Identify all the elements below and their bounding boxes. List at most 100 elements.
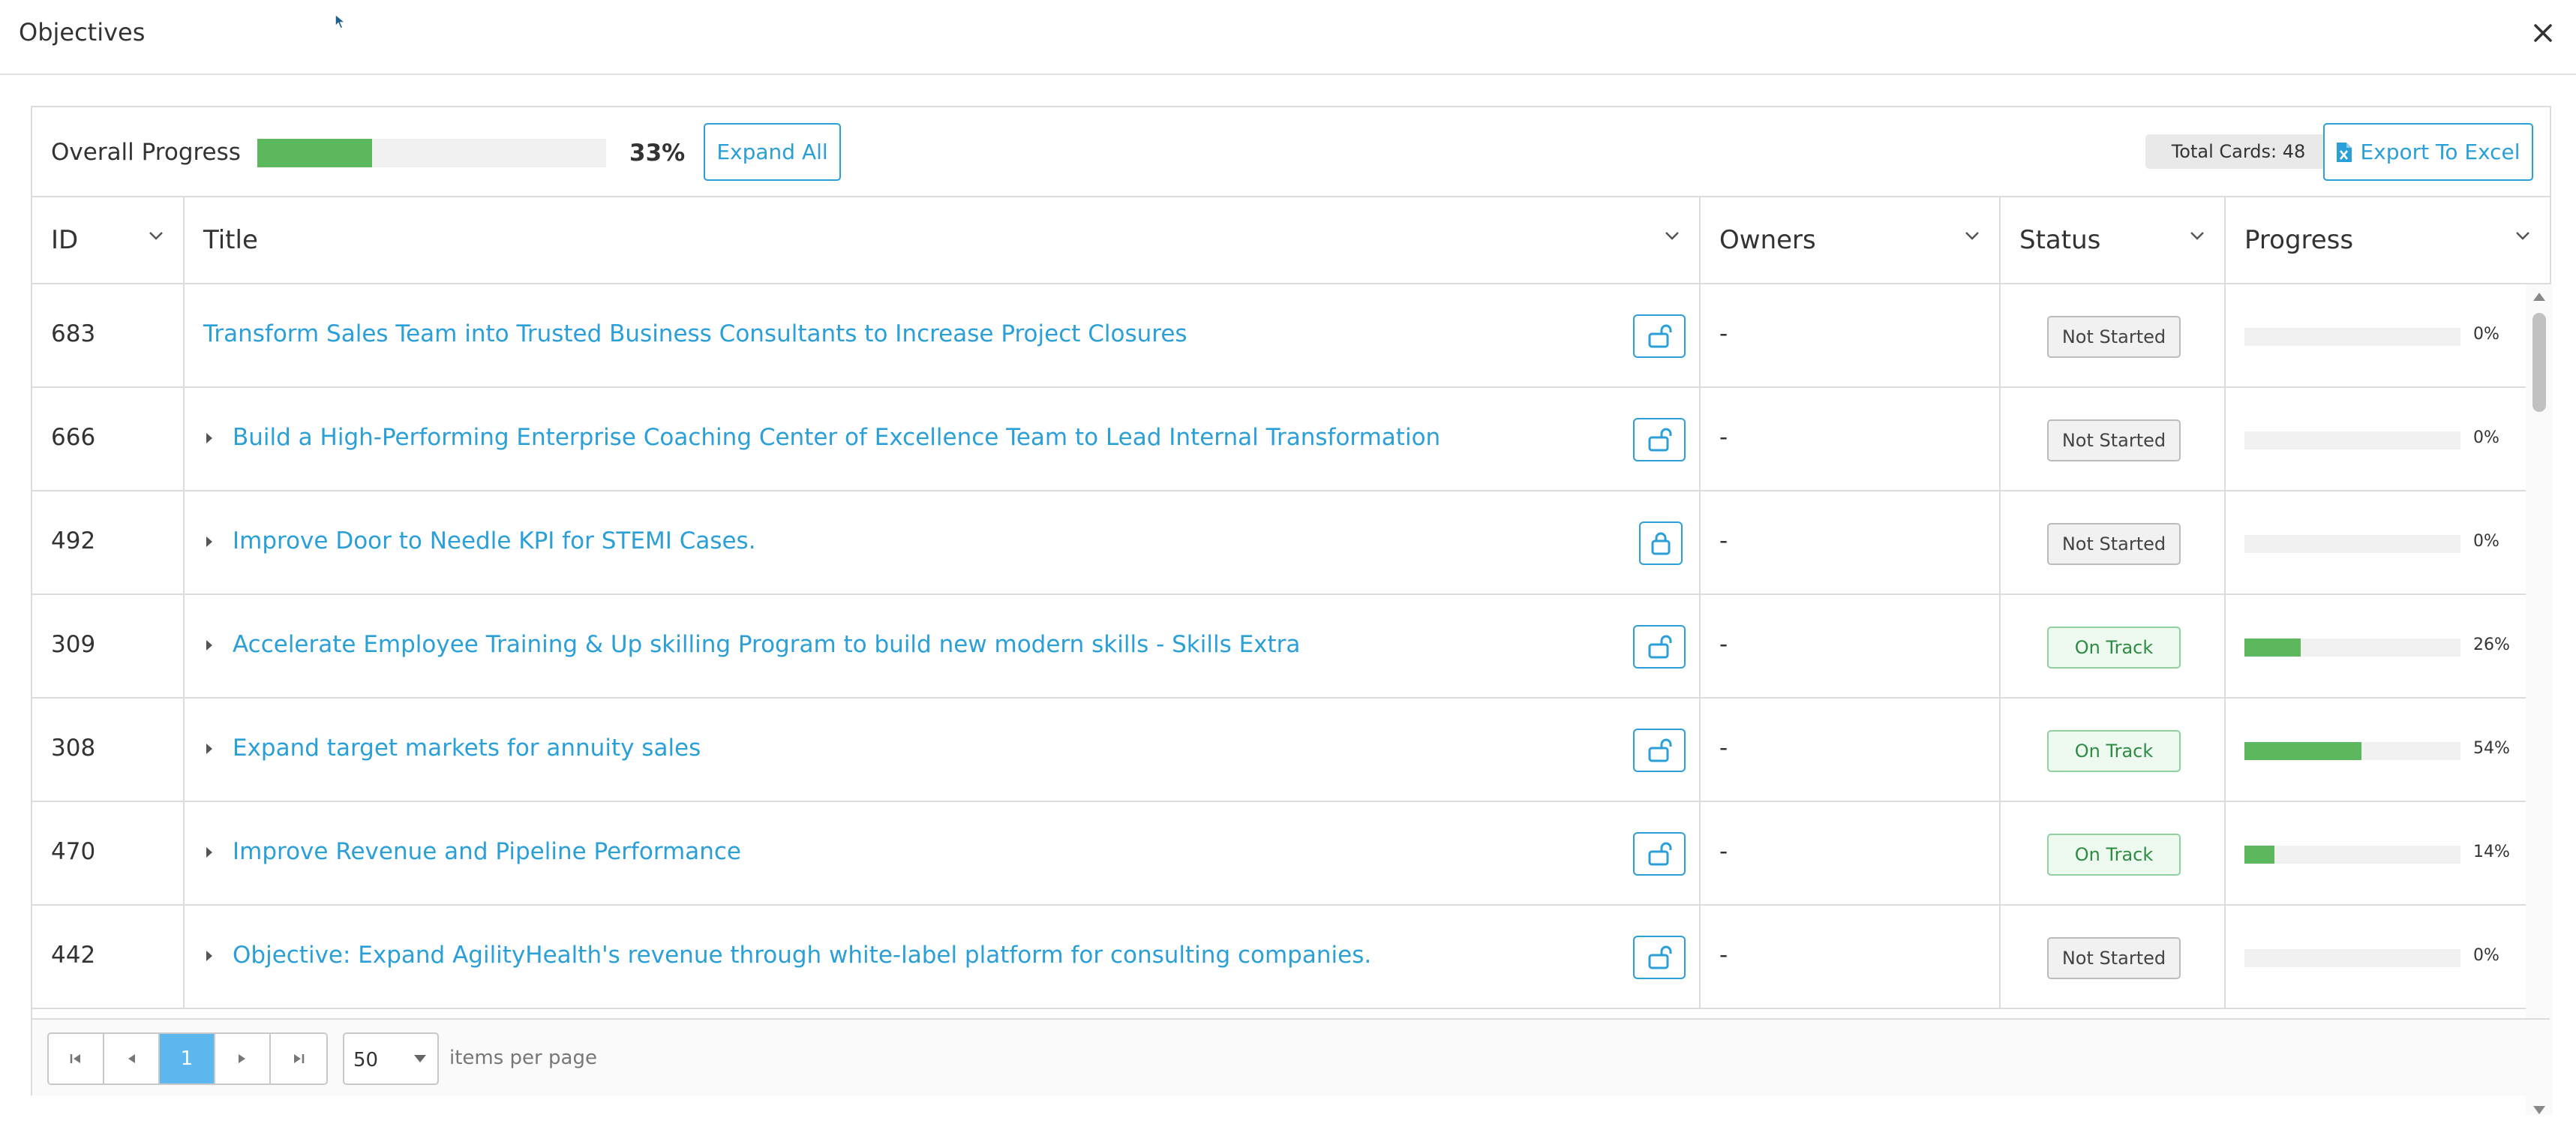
scrollbar-thumb[interactable] — [2532, 313, 2546, 412]
expand-row-caret-icon[interactable] — [205, 949, 214, 963]
lock-toggle-button[interactable] — [1633, 729, 1686, 772]
objective-id: 442 — [51, 942, 96, 969]
column-header-title[interactable]: Title — [185, 197, 1701, 284]
unlock-icon — [1648, 842, 1672, 866]
status-badge: Not Started — [2047, 419, 2181, 461]
lock-toggle-button[interactable] — [1639, 521, 1683, 565]
status-badge: On Track — [2047, 730, 2181, 772]
cell-progress: 54% — [2226, 699, 2526, 801]
objective-owners: - — [1719, 527, 1728, 554]
page-size-select[interactable]: 50 — [343, 1032, 439, 1085]
first-page-icon — [70, 1054, 80, 1063]
export-to-excel-label: Export To Excel — [2360, 140, 2520, 164]
cell-status: Not Started — [2001, 906, 2226, 1008]
lock-toggle-button[interactable] — [1633, 832, 1686, 876]
column-header-status[interactable]: Status — [2001, 197, 2226, 284]
row-progress-percent: 0% — [2473, 428, 2499, 447]
cell-progress: 0% — [2226, 388, 2526, 490]
row-progress-bar — [2244, 535, 2460, 553]
objective-id: 308 — [51, 735, 96, 762]
chevron-down-icon[interactable] — [2190, 230, 2205, 241]
cell-id: 309 — [32, 595, 185, 697]
row-progress-fill — [2244, 846, 2275, 864]
expand-row-caret-icon[interactable] — [205, 431, 214, 445]
cell-progress: 0% — [2226, 906, 2526, 1008]
dialog-header: Objectives — [0, 0, 2576, 75]
cell-id: 308 — [32, 699, 185, 801]
current-page-button[interactable]: 1 — [160, 1034, 215, 1083]
lock-toggle-button[interactable] — [1633, 625, 1686, 669]
total-cards-badge: Total Cards: 48 — [2145, 134, 2331, 169]
lock-toggle-button[interactable] — [1633, 936, 1686, 979]
table-row: 470 Improve Revenue and Pipeline Performa… — [32, 802, 2526, 906]
lock-toggle-button[interactable] — [1633, 314, 1686, 358]
row-progress-percent: 14% — [2473, 843, 2510, 861]
cell-title: Improve Revenue and Pipeline Performance — [185, 802, 1701, 904]
objective-title-link[interactable]: Objective: Expand AgilityHealth's revenu… — [233, 942, 1371, 969]
dialog-title: Objectives — [19, 18, 146, 47]
objectives-panel: Overall Progress 33% Expand All Total Ca… — [31, 106, 2553, 1115]
unlock-icon — [1648, 324, 1672, 348]
cell-progress: 14% — [2226, 802, 2526, 904]
cell-owners: - — [1701, 802, 2001, 904]
objective-id: 683 — [51, 320, 96, 347]
objective-title-link[interactable]: Expand target markets for annuity sales — [233, 735, 701, 762]
status-badge: Not Started — [2047, 937, 2181, 979]
status-badge: Not Started — [2047, 316, 2181, 358]
table-row: 492 Improve Door to Needle KPI for STEMI … — [32, 491, 2526, 595]
export-to-excel-button[interactable]: Export To Excel — [2323, 123, 2533, 181]
last-page-icon — [294, 1054, 305, 1063]
objective-title-link[interactable]: Improve Revenue and Pipeline Performance — [233, 838, 741, 865]
items-per-page-label: items per page — [449, 1047, 597, 1069]
table-row: 309 Accelerate Employee Training & Up ski… — [32, 595, 2526, 699]
table-row: 666 Build a High-Performing Enterprise Co… — [32, 388, 2526, 491]
expand-row-caret-icon[interactable] — [205, 535, 214, 548]
unlock-icon — [1648, 635, 1672, 659]
scroll-up-arrow-icon[interactable] — [2532, 290, 2547, 302]
chevron-down-icon[interactable] — [2515, 230, 2530, 241]
close-icon — [2534, 24, 2552, 42]
cell-id: 683 — [32, 284, 185, 386]
objective-title-link[interactable]: Build a High-Performing Enterprise Coach… — [233, 424, 1440, 451]
scroll-down-arrow-icon[interactable] — [2532, 1104, 2547, 1116]
column-header-id[interactable]: ID — [32, 197, 185, 284]
row-progress-fill — [2244, 742, 2361, 760]
column-header-owners[interactable]: Owners — [1701, 197, 2001, 284]
objective-title-link[interactable]: Transform Sales Team into Trusted Busine… — [203, 320, 1187, 347]
row-progress-bar — [2244, 846, 2460, 864]
vertical-scrollbar[interactable] — [2526, 284, 2553, 1115]
objective-title-link[interactable]: Improve Door to Needle KPI for STEMI Cas… — [233, 527, 756, 554]
expand-row-caret-icon[interactable] — [205, 639, 214, 652]
column-header-owners-label: Owners — [1719, 225, 1816, 255]
cell-title: Accelerate Employee Training & Up skilli… — [185, 595, 1701, 697]
row-progress-bar — [2244, 328, 2460, 346]
column-header-progress[interactable]: Progress — [2226, 197, 2550, 284]
previous-page-button[interactable] — [104, 1034, 160, 1083]
cell-progress: 0% — [2226, 284, 2526, 386]
cell-title: Improve Door to Needle KPI for STEMI Cas… — [185, 491, 1701, 594]
lock-toggle-button[interactable] — [1633, 418, 1686, 461]
cell-id: 492 — [32, 491, 185, 594]
objective-title-link[interactable]: Accelerate Employee Training & Up skilli… — [233, 631, 1300, 658]
chevron-down-icon[interactable] — [1965, 230, 1980, 241]
cell-owners: - — [1701, 699, 2001, 801]
expand-row-caret-icon[interactable] — [205, 846, 214, 859]
unlock-icon — [1648, 738, 1672, 762]
expand-row-caret-icon[interactable] — [205, 742, 214, 756]
cell-title: Build a High-Performing Enterprise Coach… — [185, 388, 1701, 490]
column-header-id-label: ID — [51, 225, 79, 255]
chevron-down-icon[interactable] — [149, 230, 164, 241]
chevron-down-icon[interactable] — [1665, 230, 1680, 241]
next-page-button[interactable] — [215, 1034, 271, 1083]
overall-progress-percent: 33% — [629, 140, 686, 167]
table-row: 308 Expand target markets for annuity sal… — [32, 699, 2526, 802]
row-progress-percent: 0% — [2473, 946, 2499, 965]
overall-progress-fill — [257, 139, 373, 167]
objective-id: 309 — [51, 631, 96, 658]
expand-all-button[interactable]: Expand All — [704, 123, 841, 181]
cell-title: Transform Sales Team into Trusted Busine… — [185, 284, 1701, 386]
objective-owners: - — [1719, 424, 1728, 451]
last-page-button[interactable] — [271, 1034, 326, 1083]
close-button[interactable] — [2526, 17, 2559, 50]
first-page-button[interactable] — [49, 1034, 104, 1083]
